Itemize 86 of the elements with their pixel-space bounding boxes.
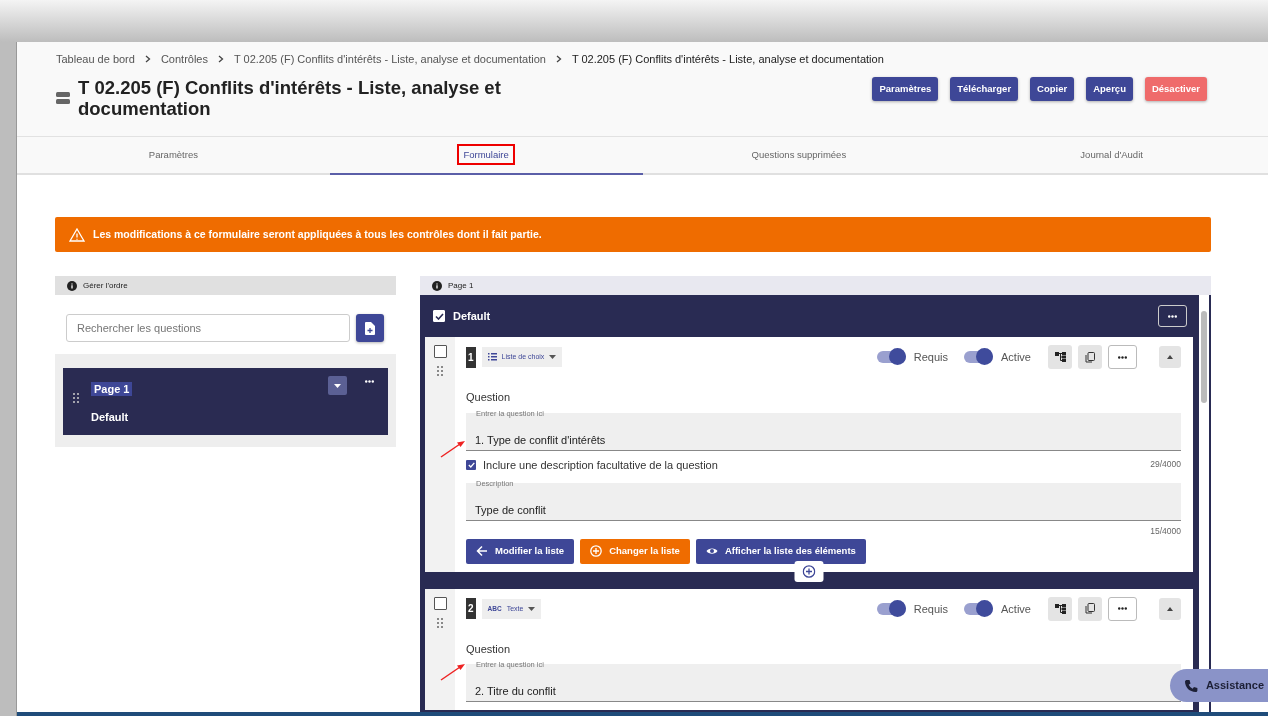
collapse-button[interactable] — [1159, 346, 1181, 368]
toggle-switch[interactable] — [876, 602, 906, 615]
list-icon — [487, 353, 497, 361]
warning-icon — [69, 227, 85, 242]
panel-title: Page 1 — [448, 279, 474, 292]
character-count: 15/4000 — [1150, 525, 1181, 538]
hierarchy-icon — [1054, 352, 1066, 362]
copy-icon — [1085, 603, 1095, 615]
more-icon — [1168, 314, 1177, 318]
breadcrumb-link[interactable]: Tableau de bord — [56, 51, 135, 68]
search-field[interactable]: Rechercher les questions — [66, 314, 350, 342]
drag-handle-icon — [73, 393, 79, 403]
list-button[interactable]: Modifier la liste — [466, 538, 575, 564]
caret-up-icon — [1167, 355, 1173, 359]
toggle-label: Requis — [913, 349, 949, 365]
hierarchy-icon — [1054, 603, 1066, 614]
toggle-label: Requis — [913, 601, 949, 617]
toggle-label: Active — [1001, 349, 1031, 365]
character-count: 29/4000 — [1150, 458, 1181, 472]
section-title: Default — [91, 410, 130, 425]
info-icon — [67, 280, 77, 291]
phone-icon — [1183, 678, 1198, 693]
tab[interactable]: Questions supprimées — [642, 137, 956, 175]
toggle-switch[interactable] — [876, 351, 906, 363]
action-button[interactable]: Copier — [1030, 76, 1075, 101]
page-title: T 02.205 (F) Conflits d'intérêts - Liste, analyse et documentation — [78, 76, 502, 119]
hierarchy-button[interactable] — [1048, 596, 1072, 621]
action-button[interactable]: Aperçu — [1086, 76, 1133, 101]
collapse-button[interactable] — [1159, 597, 1181, 620]
page-card[interactable]: Page 1 Default — [63, 368, 388, 435]
more-icon — [1118, 355, 1127, 359]
toggle-switch[interactable] — [964, 351, 994, 363]
plus-circle-icon — [802, 564, 816, 578]
question-checkbox[interactable] — [433, 345, 447, 358]
add-file-button[interactable] — [356, 314, 384, 342]
field-heading: Question — [466, 641, 512, 657]
question-number: 1 — [466, 346, 476, 368]
field-value: 1. Type de conflit d'intérêts — [475, 433, 606, 446]
toggle-switch[interactable] — [964, 602, 994, 615]
action-button[interactable]: Télécharger — [950, 76, 1019, 101]
caret-down-icon — [528, 606, 536, 611]
assistance-button[interactable]: Assistance — [1169, 669, 1268, 702]
action-button[interactable]: Paramètres — [872, 76, 939, 101]
caret-down-icon — [549, 355, 557, 359]
stack-icon — [56, 90, 70, 105]
check-icon — [467, 461, 475, 468]
more-button[interactable] — [1158, 305, 1187, 327]
plus-circle-icon — [590, 545, 603, 558]
field-value: Type de conflit — [475, 504, 546, 516]
caret-down-icon — [334, 383, 341, 388]
add-file-icon — [365, 321, 375, 335]
more-icon[interactable] — [365, 380, 374, 383]
question-checkbox[interactable] — [433, 596, 447, 610]
dropdown-button[interactable] — [328, 376, 347, 395]
warning-text: Les modifications à ce formulaire seront appliquées à tous les contrôles dont il fait partie. — [93, 226, 542, 242]
question-number: 2 — [466, 598, 476, 620]
chevron-right-icon — [218, 55, 224, 64]
more-icon — [1118, 607, 1127, 611]
page-title: Page 1 — [91, 382, 133, 396]
chevron-right-icon — [144, 55, 151, 64]
section-checkbox[interactable] — [433, 310, 445, 322]
panel-title: Gérer l'ordre — [83, 279, 128, 292]
info-icon — [432, 280, 442, 291]
tab[interactable]: Journal d'Audit — [955, 137, 1268, 175]
list-button[interactable]: Afficher la liste des éléments — [695, 538, 866, 564]
drag-handle-icon — [437, 366, 443, 376]
section-title: Default — [453, 308, 492, 324]
breadcrumb-link[interactable]: T 02.205 (F) Conflits d'intérêts - Liste, analyse et documentation — [234, 51, 546, 68]
field-value: 2. Titre du conflit — [475, 685, 556, 698]
check-icon — [434, 312, 444, 320]
drag-handle-icon — [437, 617, 443, 628]
hierarchy-button[interactable] — [1048, 345, 1072, 369]
tab[interactable]: Paramètres — [17, 137, 330, 175]
field-heading: Question — [466, 390, 512, 405]
checkbox-label: Inclure une description facultative de la question — [483, 457, 718, 473]
chevron-right-icon — [555, 55, 562, 64]
copy-icon — [1085, 351, 1095, 363]
toggle-label: Active — [1001, 601, 1031, 617]
copy-button[interactable] — [1078, 596, 1102, 621]
tab[interactable]: Formulaire — [329, 137, 643, 175]
description-checkbox[interactable] — [466, 459, 476, 470]
copy-button[interactable] — [1078, 345, 1102, 369]
add-question-button[interactable] — [794, 560, 824, 582]
arrow-left-icon — [476, 545, 488, 558]
caret-up-icon — [1167, 606, 1173, 611]
breadcrumb-link[interactable]: Contrôles — [160, 51, 208, 68]
